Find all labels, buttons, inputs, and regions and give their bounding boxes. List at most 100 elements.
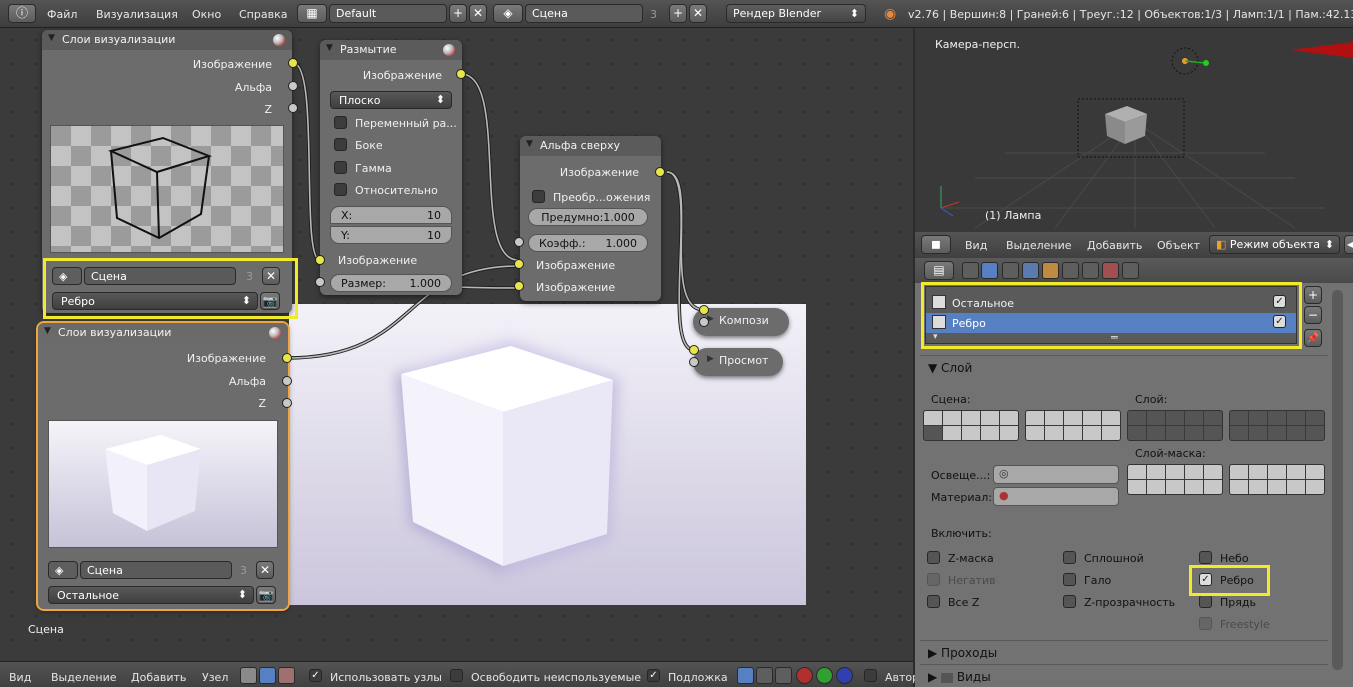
freestyle-checkbox[interactable]: [1199, 617, 1212, 630]
socket-viewer-alpha[interactable]: [689, 357, 699, 367]
render-icon[interactable]: [443, 44, 455, 56]
close-icon[interactable]: ✕: [262, 267, 280, 285]
light-override-field[interactable]: ◎: [993, 465, 1119, 484]
remove-scene-icon[interactable]: ✕: [689, 4, 707, 23]
camera-icon[interactable]: 📷: [256, 586, 276, 604]
blue-channel-icon[interactable]: [836, 667, 853, 684]
properties-editor-type-icon[interactable]: ▤: [924, 261, 954, 280]
edge-checkbox[interactable]: ✓: [1199, 573, 1212, 586]
socket-image-input-1[interactable]: [514, 259, 524, 269]
layer-layers-grid-1[interactable]: [1127, 410, 1223, 441]
menu-add[interactable]: Добавить: [131, 671, 186, 684]
scene-icon[interactable]: ◈: [52, 267, 82, 285]
node-header[interactable]: Альфа сверху: [520, 136, 661, 156]
add-scene-icon[interactable]: +: [669, 4, 687, 23]
remove-layer-button[interactable]: −: [1304, 306, 1322, 324]
list-filter-icon[interactable]: ▾: [933, 332, 938, 342]
world-tab-icon[interactable]: [1022, 262, 1039, 279]
passes-panel-header[interactable]: ▶ Проходы: [928, 646, 997, 660]
node-header[interactable]: Слои визуализации: [38, 323, 288, 343]
socket-image-output[interactable]: [456, 69, 466, 79]
properties-scrollbar[interactable]: [1332, 290, 1343, 670]
solid-checkbox[interactable]: [1063, 551, 1076, 564]
fac-field[interactable]: Коэфф.: 1.000: [528, 234, 648, 252]
mask-layers-grid-1[interactable]: [1127, 464, 1223, 495]
socket-viewer-image[interactable]: [689, 345, 699, 355]
views-checkbox[interactable]: [941, 672, 954, 683]
menu-view[interactable]: Вид: [9, 671, 31, 684]
menu-select[interactable]: Выделение: [51, 671, 117, 684]
premul-field[interactable]: Предумно:1.000: [528, 208, 648, 226]
close-icon[interactable]: ✕: [256, 561, 274, 579]
socket-composite-alpha[interactable]: [699, 317, 709, 327]
green-channel-icon[interactable]: [816, 667, 833, 684]
ztransp-checkbox[interactable]: [1063, 595, 1076, 608]
camera-icon[interactable]: 📷: [260, 292, 280, 310]
remove-layout-icon[interactable]: ✕: [469, 4, 487, 23]
layer-enabled-checkbox[interactable]: ✓: [1273, 295, 1286, 308]
scene-field[interactable]: Сцена: [84, 267, 236, 285]
menu-view[interactable]: Вид: [965, 239, 987, 252]
interaction-mode-select[interactable]: ◧ Режим объекта ⬍: [1209, 235, 1340, 254]
physics-tab-icon[interactable]: [1122, 262, 1139, 279]
layer-enabled-checkbox[interactable]: ✓: [1273, 315, 1286, 328]
scene-field[interactable]: Сцена: [525, 4, 643, 23]
mask-layers-grid-2[interactable]: [1229, 464, 1325, 495]
menu-select[interactable]: Выделение: [1006, 239, 1072, 252]
all-z-checkbox[interactable]: [927, 595, 940, 608]
halo-checkbox[interactable]: [1063, 573, 1076, 586]
render-tab-icon[interactable]: [962, 262, 979, 279]
socket-fac-input[interactable]: [514, 237, 524, 247]
render-layers-node-bottom[interactable]: Слои визуализации Изображение Альфа Z ◈ …: [36, 321, 290, 611]
socket-z-output[interactable]: [288, 103, 298, 113]
socket-alpha-output[interactable]: [288, 81, 298, 91]
size-factor-field[interactable]: Размер: 1.000: [330, 274, 452, 292]
texture-nodes-icon[interactable]: [278, 667, 295, 684]
scene-layers-grid-1[interactable]: [923, 410, 1019, 441]
socket-size-input[interactable]: [315, 277, 325, 287]
3d-viewport[interactable]: Камера-персп. (1) Лампа: [915, 28, 1353, 232]
viewer-node[interactable]: ▶ Просмот: [693, 348, 783, 376]
shader-nodes-icon[interactable]: [240, 667, 257, 684]
menu-object[interactable]: Объект: [1157, 239, 1200, 252]
modifiers-tab-icon[interactable]: [1082, 262, 1099, 279]
constraints-tab-icon[interactable]: [1062, 262, 1079, 279]
layer-layers-grid-2[interactable]: [1229, 410, 1325, 441]
list-item[interactable]: Остальное ✓: [926, 293, 1296, 313]
menu-render[interactable]: Визуализация: [96, 8, 178, 21]
blur-node[interactable]: Размытие Изображение Плоско ⬍ Переменный …: [320, 40, 462, 295]
socket-image-output[interactable]: [288, 58, 298, 68]
list-resize-handle[interactable]: ═: [1111, 331, 1118, 344]
socket-image-output[interactable]: [655, 167, 665, 177]
render-layer-select[interactable]: Ребро ⬍: [52, 292, 258, 310]
convert-premul-checkbox[interactable]: [532, 190, 545, 203]
filter-type-select[interactable]: Плоско ⬍: [330, 91, 452, 109]
render-layer-select[interactable]: Остальное ⬍: [48, 586, 254, 604]
backdrop-checkbox[interactable]: ✓: [647, 669, 660, 682]
red-channel-icon[interactable]: [796, 667, 813, 684]
data-tab-icon[interactable]: [1102, 262, 1119, 279]
menu-file[interactable]: Файл: [47, 8, 77, 21]
compositing-nodes-icon[interactable]: [259, 667, 276, 684]
gamma-checkbox[interactable]: [334, 161, 347, 174]
rgb-channel-icon[interactable]: [775, 667, 792, 684]
auto-render-checkbox[interactable]: [864, 669, 877, 682]
add-layout-icon[interactable]: +: [449, 4, 467, 23]
socket-image-input-2[interactable]: [514, 281, 524, 291]
render-layers-tab-icon[interactable]: [981, 262, 998, 279]
material-override-field[interactable]: ●: [993, 487, 1119, 506]
relative-checkbox[interactable]: [334, 183, 347, 196]
render-icon[interactable]: [273, 34, 285, 46]
screen-layout-icon[interactable]: ▦: [297, 4, 327, 23]
menu-node[interactable]: Узел: [202, 671, 228, 684]
info-editor-type-button[interactable]: ⓘ: [8, 4, 36, 23]
alpha-over-node[interactable]: Альфа сверху Изображение Преобр...ожения…: [520, 136, 661, 301]
list-item[interactable]: Ребро ✓: [926, 313, 1296, 333]
render-icon[interactable]: [269, 327, 281, 339]
bokeh-checkbox[interactable]: [334, 138, 347, 151]
menu-window[interactable]: Окно: [192, 8, 221, 21]
socket-image-output[interactable]: [282, 353, 292, 363]
scene-field[interactable]: Сцена: [80, 561, 232, 579]
variable-size-checkbox[interactable]: [334, 116, 347, 129]
socket-image-input[interactable]: [315, 255, 325, 265]
